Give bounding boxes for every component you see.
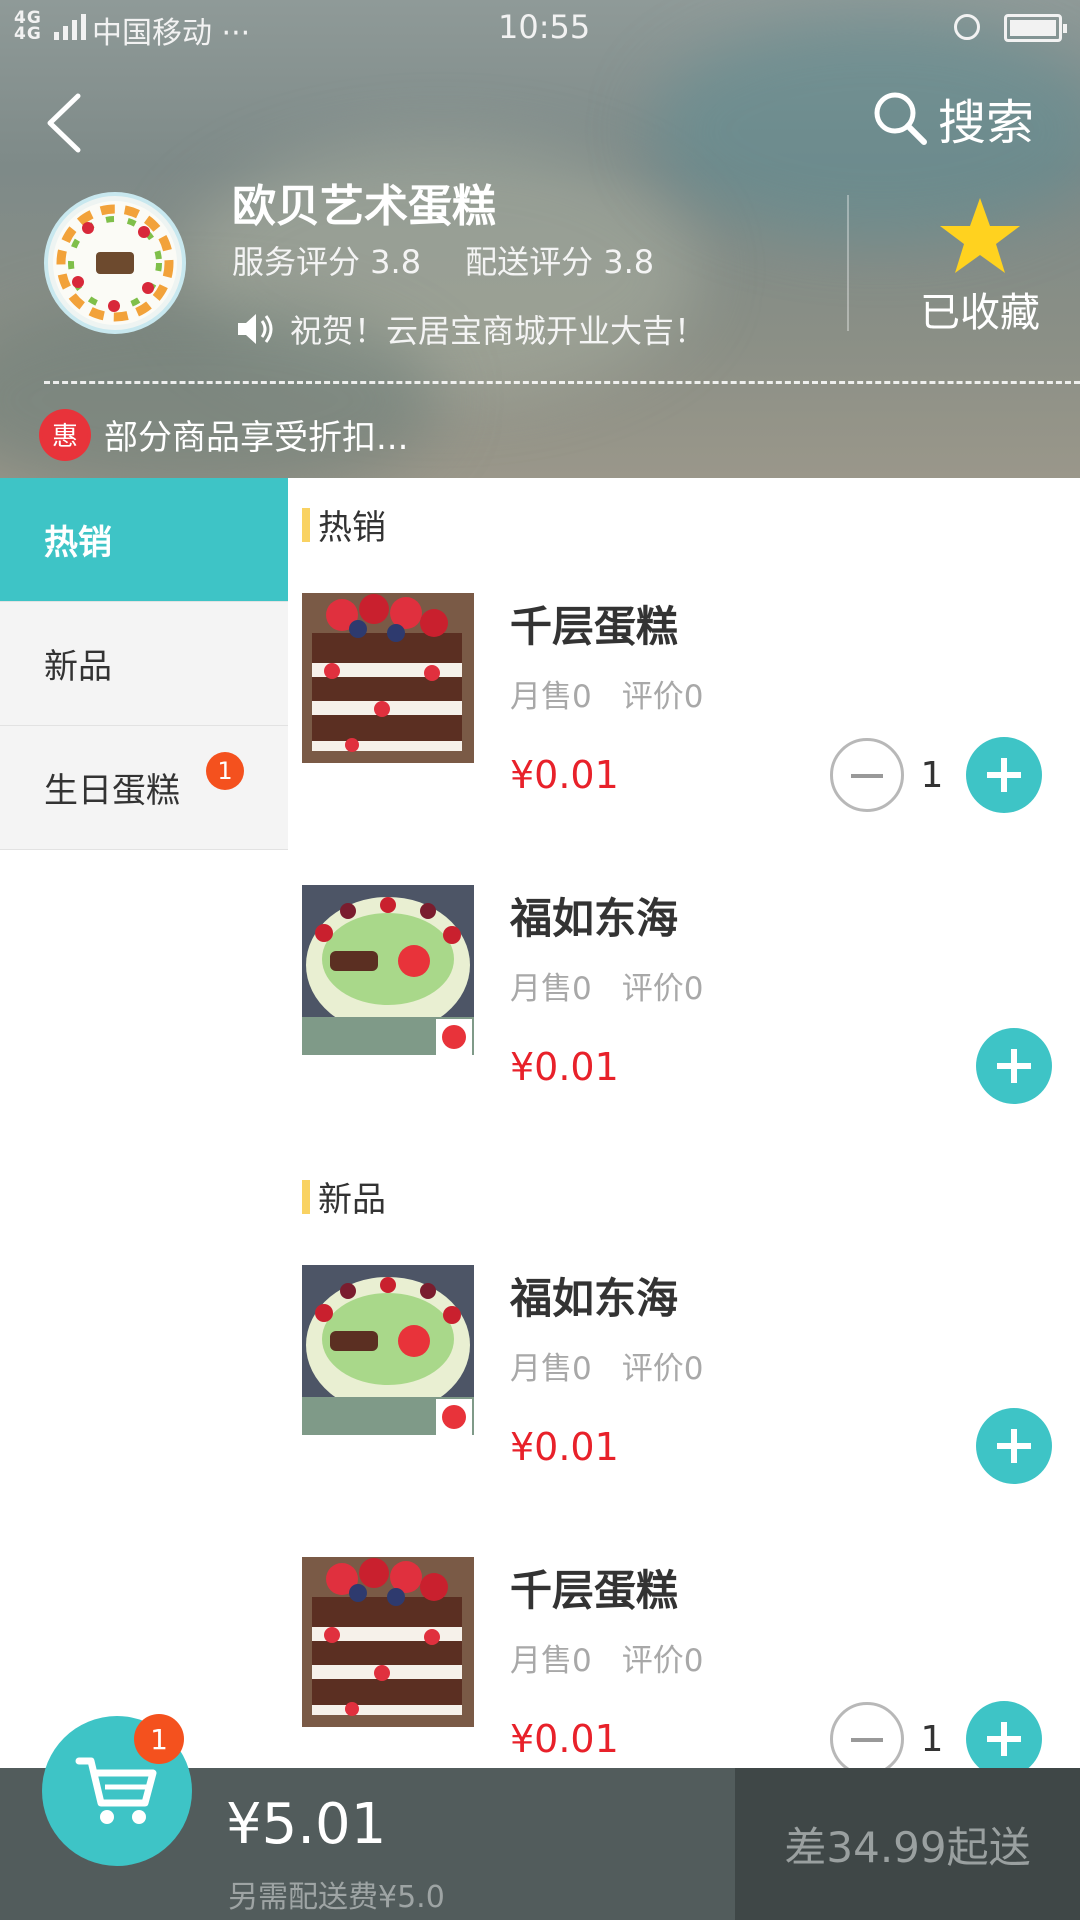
search-button[interactable]: 搜索 (872, 86, 1035, 151)
signal-icon (54, 12, 86, 40)
quantity-value: 1 (920, 754, 944, 796)
birthday-cake-image (302, 1265, 474, 1435)
sidebar-item-label: 生日蛋糕 (44, 771, 180, 811)
carrier-name: 中国移动 ··· (92, 16, 251, 51)
shop-name: 欧贝艺术蛋糕 (232, 181, 496, 232)
product-image[interactable] (302, 1265, 474, 1435)
count-badge: 1 (206, 752, 244, 790)
sidebar-item-birthday-cake[interactable]: 生日蛋糕 1 (0, 726, 288, 850)
divider (847, 195, 849, 331)
product-image[interactable] (302, 885, 474, 1055)
shop-ratings: 服务评分 3.8 配送评分 3.8 (232, 237, 654, 283)
decrease-button[interactable] (830, 738, 904, 812)
add-button[interactable] (976, 1408, 1052, 1484)
product-item[interactable]: 福如东海 月售0 评价0 ¥0.01 (302, 885, 1062, 1104)
category-sidebar: 热销 新品 生日蛋糕 1 (0, 478, 288, 852)
star-icon (940, 198, 1020, 273)
layer-cake-image (302, 1557, 474, 1727)
cart-total: ¥5.01 (226, 1792, 387, 1857)
product-image[interactable] (302, 1557, 474, 1727)
review-count: 评价0 (621, 1351, 704, 1387)
review-count: 评价0 (621, 1643, 704, 1679)
monthly-sales: 月售0 (510, 679, 592, 715)
monthly-sales: 月售0 (510, 971, 592, 1007)
favorite-button[interactable]: 已收藏 (900, 196, 1060, 338)
search-icon (874, 92, 927, 145)
product-image[interactable] (302, 593, 474, 763)
shop-header: 4G4G 中国移动 ··· 10:55 搜索 欧贝艺术蛋糕 服务评分 3.8 (0, 0, 1080, 478)
clock: 10:55 (498, 8, 591, 46)
delivery-rating: 配送评分 3.8 (465, 243, 655, 281)
back-button[interactable] (40, 88, 90, 158)
favorite-label: 已收藏 (920, 290, 1040, 336)
review-count: 评价0 (621, 971, 704, 1007)
product-name: 千层蛋糕 (510, 602, 679, 651)
section-marker (302, 507, 310, 542)
product-list[interactable]: 热销 千层蛋糕 月售0 评价0 ¥0.01 1 福如东海 月售0 评价0 ¥0.… (288, 478, 1080, 1768)
status-bar: 4G 4G 中国移动 ··· 10:55 (0, 0, 1080, 56)
product-price: ¥0.01 (510, 1425, 619, 1469)
add-button[interactable] (976, 1028, 1052, 1104)
quantity-value: 1 (920, 1718, 944, 1760)
sidebar-item-label: 热销 (44, 523, 112, 563)
network-indicator: 4G 4G (14, 8, 42, 44)
sidebar-item-label: 新品 (44, 647, 112, 687)
cart-icon (75, 1757, 157, 1824)
layer-cake-image (302, 593, 474, 763)
service-rating: 服务评分 3.8 (232, 243, 422, 281)
back-icon (47, 93, 81, 153)
discount-badge-icon: 惠 (42, 411, 88, 458)
monthly-sales: 月售0 (510, 1351, 592, 1387)
product-stats: 月售0 评价0 (510, 671, 703, 716)
section-title-text: 新品 (318, 1180, 386, 1220)
alarm-icon (954, 14, 980, 40)
dashed-divider (44, 381, 1080, 384)
cake-logo-image (53, 201, 177, 325)
product-stats: 月售0 评价0 (510, 1635, 703, 1680)
product-stats: 月售0 评价0 (510, 1343, 703, 1388)
product-price: ¥0.01 (510, 1045, 619, 1089)
product-stats: 月售0 评价0 (510, 963, 703, 1008)
battery-icon (1004, 14, 1067, 42)
product-item[interactable]: 福如东海 月售0 评价0 ¥0.01 (302, 1265, 1062, 1484)
promo-text: 部分商品享受折扣... (104, 418, 409, 458)
promo-banner[interactable]: 惠 部分商品享受折扣... (42, 410, 408, 459)
add-button[interactable] (966, 1701, 1042, 1768)
decrease-button[interactable] (830, 1702, 904, 1768)
speaker-icon (238, 314, 273, 344)
sidebar-item-new[interactable]: 新品 (0, 602, 288, 726)
shop-avatar (44, 192, 186, 334)
product-name: 千层蛋糕 (510, 1566, 679, 1615)
delivery-fee: 另需配送费¥5.0 (228, 1880, 445, 1915)
cart-count-badge: 1 (134, 1714, 184, 1764)
product-item[interactable]: 千层蛋糕 月售0 评价0 ¥0.01 1 (302, 1557, 1062, 1768)
product-name: 福如东海 (510, 1274, 679, 1323)
section-title-text: 热销 (318, 508, 386, 548)
notice-text: 祝贺！云居宝商城开业大吉！ (290, 312, 707, 350)
review-count: 评价0 (621, 679, 704, 715)
product-price: ¥0.01 (510, 753, 619, 797)
product-price: ¥0.01 (510, 1717, 619, 1761)
monthly-sales: 月售0 (510, 1643, 592, 1679)
section-title: 热销 (302, 500, 386, 549)
product-name: 福如东海 (510, 894, 679, 943)
add-button[interactable] (966, 737, 1042, 813)
sidebar-item-hot[interactable]: 热销 (0, 478, 288, 602)
search-label: 搜索 (938, 95, 1035, 151)
checkout-button[interactable]: 差34.99起送 (735, 1768, 1080, 1920)
quantity-stepper: 1 (830, 1701, 1042, 1768)
quantity-stepper: 1 (830, 737, 1042, 813)
birthday-cake-image (302, 885, 474, 1055)
section-title: 新品 (302, 1172, 386, 1221)
section-marker (302, 1179, 310, 1214)
shop-notice: 祝贺！云居宝商城开业大吉！ (236, 306, 706, 352)
product-item[interactable]: 千层蛋糕 月售0 评价0 ¥0.01 1 (302, 593, 1062, 813)
